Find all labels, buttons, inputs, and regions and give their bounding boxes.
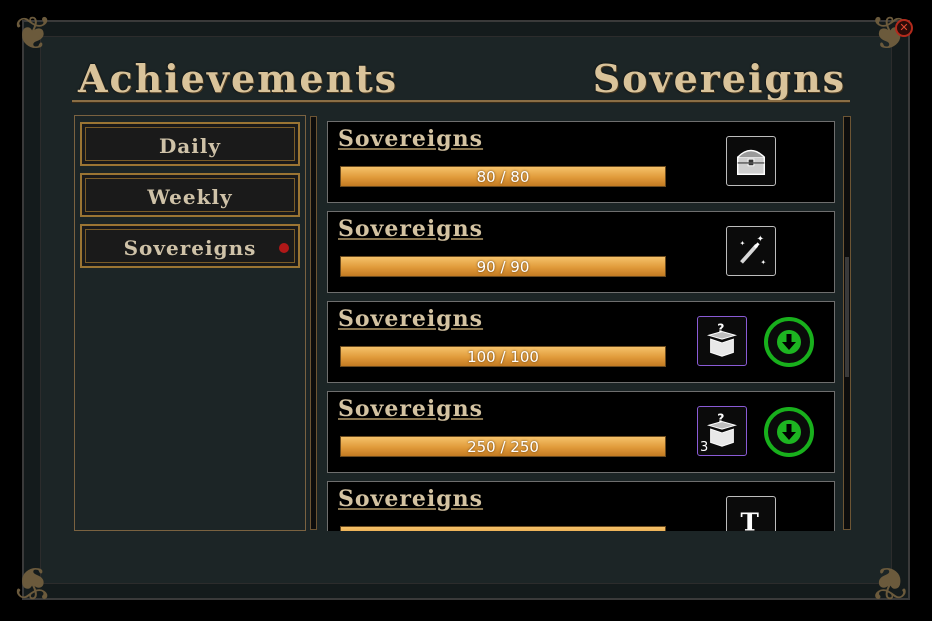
treasure-chest-icon — [736, 149, 766, 176]
svg-text:T: T — [741, 508, 760, 532]
tab-weekly[interactable]: Weekly — [80, 173, 300, 217]
achievement-title: Sovereigns — [338, 486, 484, 512]
ornament-bottom-right-icon: ❦ — [870, 556, 909, 610]
list-item: Sovereigns 90 / 90 ✦ ✦ ✦ — [327, 211, 835, 293]
progress-bar: 80 / 80 — [340, 166, 666, 187]
progress-bar: 90 / 90 — [340, 256, 666, 277]
svg-text:✦: ✦ — [740, 239, 746, 247]
achievement-title: Sovereigns — [338, 306, 484, 332]
achievement-title: Sovereigns — [338, 216, 484, 242]
tab-label: Daily — [158, 134, 222, 158]
claim-button[interactable] — [764, 407, 814, 457]
progress-text: 80 / 80 — [476, 168, 530, 186]
achievement-scrollbar[interactable] — [843, 116, 851, 530]
svg-text:?: ? — [717, 412, 724, 425]
progress-text: 100 / 100 — [467, 348, 539, 366]
category-scrollbar[interactable] — [310, 116, 317, 530]
progress-bar — [340, 526, 666, 531]
progress-bar: 100 / 100 — [340, 346, 666, 367]
svg-text:✦: ✦ — [757, 235, 764, 245]
achievement-title: Sovereigns — [338, 126, 484, 152]
scrollbar-thumb[interactable] — [845, 257, 849, 377]
ornament-bottom-left-icon: ❦ — [14, 556, 53, 610]
tab-label: Weekly — [147, 185, 233, 209]
reward-slot[interactable]: ? — [697, 316, 747, 366]
reward-quantity: 3 — [700, 440, 709, 455]
window-title: Achievements — [78, 56, 399, 101]
svg-text:✦: ✦ — [761, 258, 767, 266]
svg-text:?: ? — [717, 322, 724, 335]
download-arrow-icon — [777, 330, 801, 354]
category-panel: Daily Weekly Sovereigns — [74, 115, 306, 531]
achievement-title: Sovereigns — [338, 396, 484, 422]
mystery-box-icon: ? — [706, 412, 738, 447]
progress-bar: 250 / 250 — [340, 436, 666, 457]
tab-daily[interactable]: Daily — [80, 122, 300, 166]
reward-slot[interactable]: ? 3 — [697, 406, 747, 456]
claim-button[interactable] — [764, 317, 814, 367]
close-icon: ✕ — [899, 21, 909, 34]
list-item: Sovereigns 250 / 250 ? 3 — [327, 391, 835, 473]
list-item: Sovereigns T — [327, 481, 835, 531]
ornament-top-left-icon: ❦ — [14, 6, 53, 60]
progress-fill — [341, 527, 665, 531]
magic-wand-icon: ✦ ✦ ✦ — [740, 235, 767, 267]
achievement-list: Sovereigns 80 / 80 Sovereigns 90 / 90 ✦ — [321, 115, 841, 531]
title-scroll-icon: T — [741, 508, 760, 532]
tab-label: Sovereigns — [123, 236, 257, 260]
reward-slot[interactable] — [726, 136, 776, 186]
notification-dot — [279, 243, 289, 253]
tab-sovereigns[interactable]: Sovereigns — [80, 224, 300, 268]
list-item: Sovereigns 100 / 100 ? — [327, 301, 835, 383]
download-arrow-icon — [777, 420, 801, 444]
progress-text: 90 / 90 — [476, 258, 530, 276]
title-divider — [72, 100, 850, 102]
section-title: Sovereigns — [592, 56, 846, 101]
progress-text: 250 / 250 — [467, 438, 539, 456]
reward-slot[interactable]: T — [726, 496, 776, 531]
list-item: Sovereigns 80 / 80 — [327, 121, 835, 203]
reward-slot[interactable]: ✦ ✦ ✦ — [726, 226, 776, 276]
mystery-box-icon: ? — [706, 322, 738, 357]
close-button[interactable]: ✕ — [895, 19, 913, 37]
